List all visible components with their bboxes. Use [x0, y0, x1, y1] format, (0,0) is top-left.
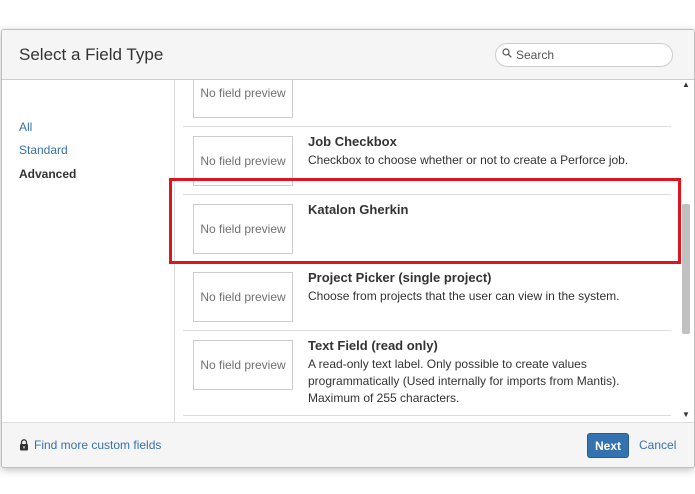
- field-preview: No field preview: [193, 204, 293, 254]
- sidebar-item-advanced[interactable]: Advanced: [19, 167, 76, 181]
- field-type-list: No field preview No field preview Job Ch…: [175, 80, 679, 422]
- page-backdrop-top: [0, 0, 695, 28]
- scroll-down-arrow-icon[interactable]: ▼: [682, 410, 690, 419]
- field-name: Project Picker (single project): [308, 270, 492, 285]
- field-preview: No field preview: [193, 340, 293, 390]
- field-description: A read-only text label. Only possible to…: [308, 357, 620, 405]
- field-description: Choose from projects that the user can v…: [308, 289, 620, 303]
- search-box[interactable]: [495, 43, 673, 67]
- field-row-katalon-gherkin[interactable]: No field preview Katalon Gherkin: [183, 194, 671, 263]
- field-row-job-checkbox[interactable]: No field preview Job Checkbox Checkbox t…: [183, 127, 671, 195]
- dialog-title: Select a Field Type: [19, 45, 164, 64]
- cancel-link[interactable]: Cancel: [639, 438, 676, 452]
- field-description: Checkbox to choose whether or not to cre…: [308, 153, 629, 167]
- field-row[interactable]: No field preview: [183, 80, 671, 127]
- list-scrollbar[interactable]: ▲ ▼: [679, 80, 694, 422]
- field-name: Text Field (read only): [308, 338, 438, 353]
- field-preview: No field preview: [193, 272, 293, 322]
- lock-icon: [20, 439, 28, 451]
- category-sidebar: All Standard Advanced: [2, 80, 175, 422]
- field-name: Katalon Gherkin: [308, 202, 409, 217]
- field-row-text-field-read-only[interactable]: No field preview Text Field (read only) …: [183, 331, 671, 416]
- field-name: Job Checkbox: [308, 134, 397, 149]
- sidebar-item-all[interactable]: All: [19, 120, 32, 134]
- find-more-custom-fields-link[interactable]: Find more custom fields: [19, 438, 161, 452]
- search-input[interactable]: [516, 47, 666, 63]
- field-preview: No field preview: [193, 80, 293, 118]
- sidebar-item-standard[interactable]: Standard: [19, 143, 68, 157]
- field-preview: No field preview: [193, 136, 293, 186]
- scroll-up-arrow-icon[interactable]: ▲: [682, 80, 690, 89]
- select-field-type-dialog: Select a Field Type All Standard Advance…: [1, 29, 695, 468]
- dialog-header: Select a Field Type: [2, 30, 694, 80]
- dialog-footer: Find more custom fields Next Cancel: [2, 422, 694, 467]
- field-row-project-picker[interactable]: No field preview Project Picker (single …: [183, 263, 671, 331]
- next-button[interactable]: Next: [587, 433, 629, 458]
- find-more-label: Find more custom fields: [34, 438, 162, 452]
- scroll-thumb[interactable]: [682, 204, 690, 334]
- search-icon: [502, 48, 512, 58]
